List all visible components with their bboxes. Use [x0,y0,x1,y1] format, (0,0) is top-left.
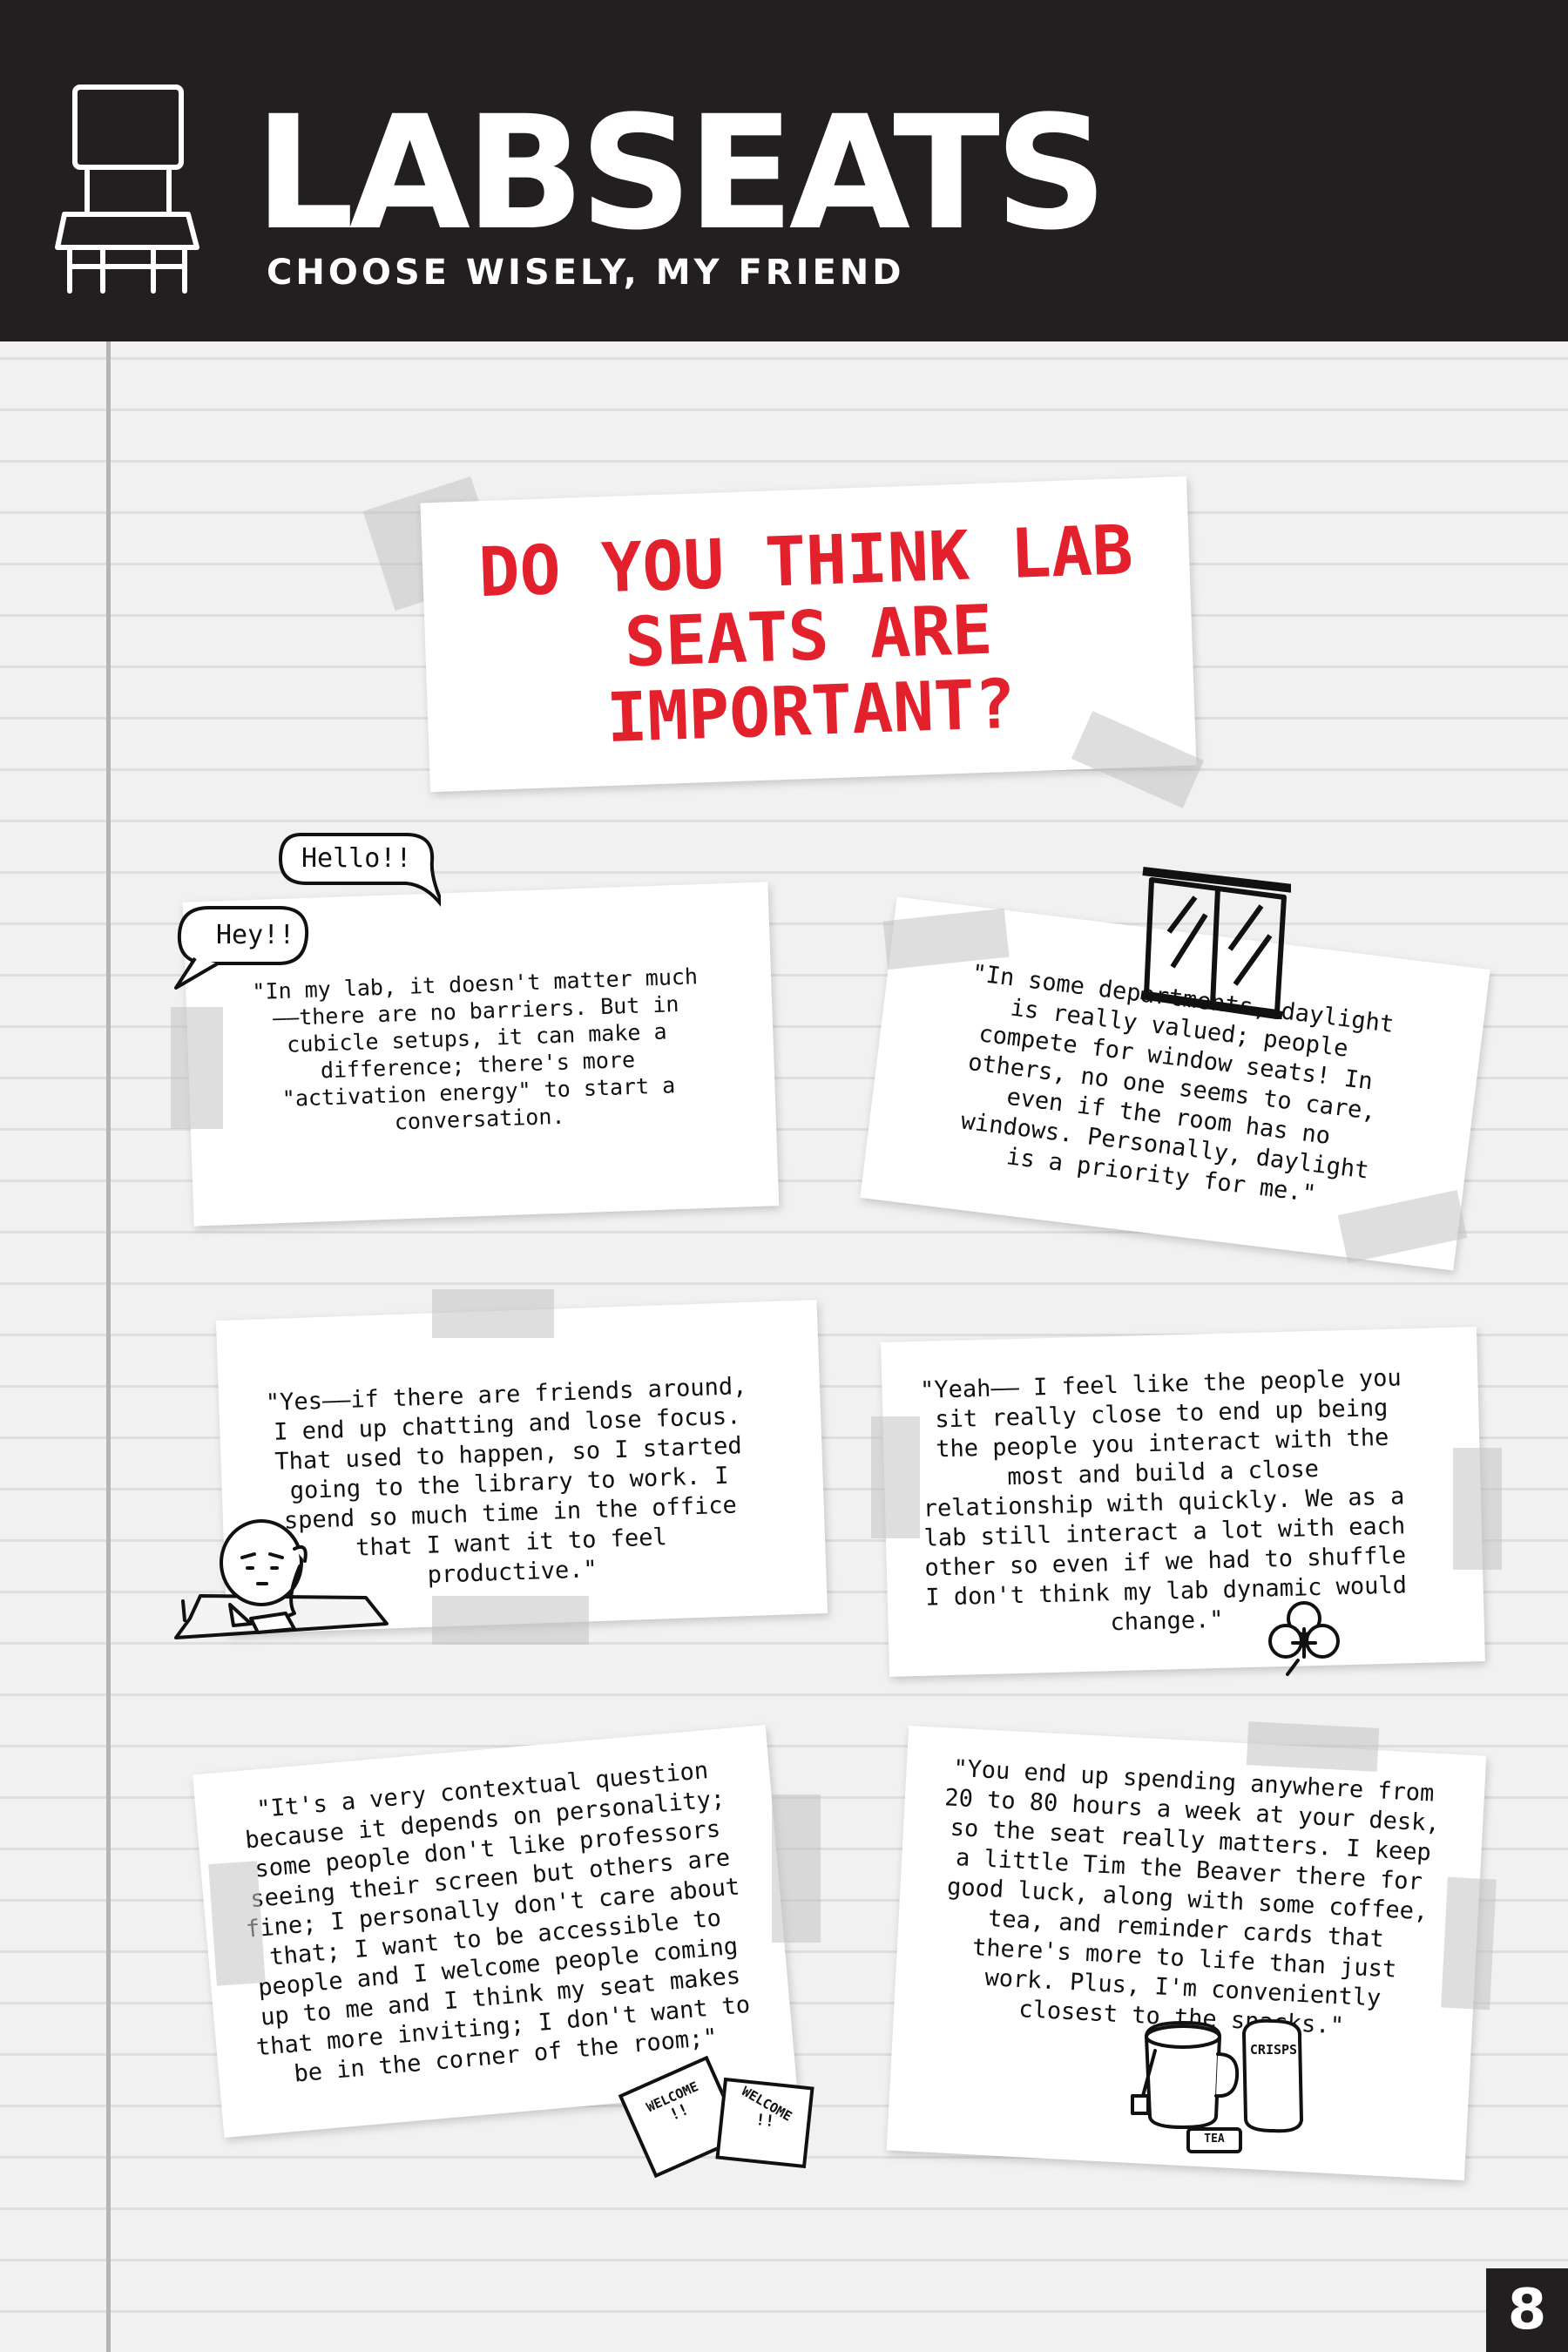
page-title: LABSEATS [254,83,1108,265]
tape-strip [1246,1721,1380,1772]
mug-and-crisps-doodle: CRISPS TEA [1117,2016,1326,2164]
tape-strip [1453,1448,1502,1570]
headline-question: DO YOU THINK LAB SEATS ARE IMPORTANT? [477,510,1135,759]
tape-strip [208,1861,266,1986]
notebook-margin-line [106,341,111,2352]
crisps-label: CRISPS [1249,2042,1298,2058]
tape-strip [432,1596,589,1645]
tape-strip [1441,1876,1497,2011]
quote-text-5: "It's a very contextual question because… [244,1757,752,2088]
speech-bubble-hey: Hey!! [174,902,314,990]
quote-card-4: "Yeah—— I feel like the people you sit r… [881,1327,1485,1677]
quote-text-6: "You end up spending anywhere from 20 to… [943,1754,1441,2040]
student-at-desk-doodle [174,1519,389,1639]
chair-icon [55,84,199,294]
tape-strip [871,1416,920,1538]
tape-strip [772,1794,821,1943]
tape-strip [432,1289,554,1338]
page-subtitle: CHOOSE WISELY, MY FRIEND [267,253,905,293]
window-icon [1140,867,1291,1019]
welcome-card-doodle: WELCOME !! WELCOME !! [618,2055,814,2180]
welcome-card-right: WELCOME !! [715,2077,814,2169]
header-banner: LABSEATS CHOOSE WISELY, MY FRIEND [0,0,1568,341]
page-number: 8 [1486,2268,1568,2352]
tape-strip [171,1007,223,1129]
tea-label: TEA [1204,2132,1225,2146]
quote-text-1: "In my lab, it doesn't matter much——ther… [251,963,699,1135]
speech-bubble-hello-text: Hello!! [301,843,412,874]
clover-icon [1268,1601,1340,1676]
speech-bubble-hello: Hello!! [275,828,441,911]
speech-bubble-hey-text: Hey!! [216,920,295,950]
